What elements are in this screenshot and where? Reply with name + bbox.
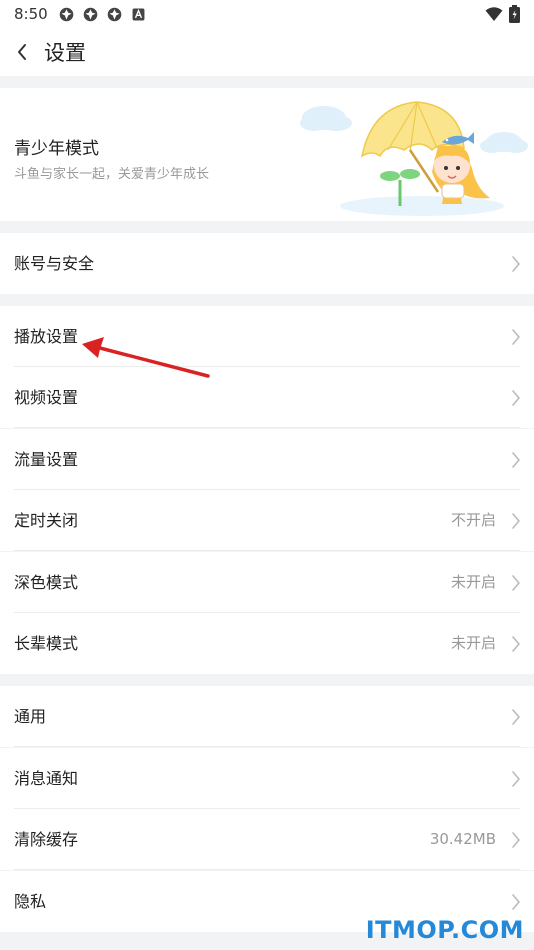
row-divider [14,746,520,747]
wifi-icon [485,7,503,21]
chevron-right-icon [512,256,520,272]
status-time: 8:50 [14,5,48,23]
watermark: ITMOP.COM [365,916,524,944]
chevron-right-icon [512,575,520,591]
chevron-right-icon [512,832,520,848]
row-label: 通用 [14,707,47,726]
battery-icon [509,5,520,23]
settings-gear-icon [83,7,97,21]
a-badge-icon [132,8,145,20]
row-value: 未开启 [450,634,496,652]
row-label: 隐私 [14,892,47,911]
row-divider [14,550,520,551]
settings-row-account-security[interactable]: 账号与安全 [0,233,534,294]
settings-gear-icon [107,7,121,21]
row-label: 定时关闭 [14,511,79,530]
row-value: 不开启 [450,511,496,529]
chevron-right-icon [512,329,520,345]
row-label: 消息通知 [14,769,79,788]
chevron-right-icon [512,636,520,652]
row-label: 清除缓存 [14,830,79,849]
settings-row-general[interactable]: 通用 [0,686,534,747]
chevron-right-icon [512,771,520,787]
cache-size-value: 30.42MB [429,830,496,848]
status-right [485,5,520,23]
settings-row-data-usage[interactable]: 流量设置 [0,429,534,490]
settings-row-timer-off[interactable]: 定时关闭 不开启 [0,490,534,551]
chevron-right-icon [512,513,520,529]
settings-row-video[interactable]: 视频设置 [0,367,534,428]
settings-row-clear-cache[interactable]: 清除缓存 30.42MB [0,809,534,870]
row-label: 视频设置 [14,388,79,407]
status-bar: 8:50 [0,0,534,28]
chevron-right-icon [512,894,520,910]
row-label: 账号与安全 [14,254,95,273]
row-label: 深色模式 [14,573,79,592]
settings-row-dark-mode[interactable]: 深色模式 未开启 [0,552,534,613]
app-header: 设置 [0,28,534,76]
settings-row-playback[interactable]: 播放设置 [0,306,534,367]
settings-row-notifications[interactable]: 消息通知 [0,748,534,809]
page-title: 设置 [44,41,86,65]
row-label: 播放设置 [14,327,79,346]
row-label: 流量设置 [14,450,79,469]
chevron-right-icon [512,709,520,725]
row-divider [14,427,520,428]
row-divider [14,869,520,870]
chevron-right-icon [512,452,520,468]
youth-mode-title: 青少年模式 [14,139,99,159]
settings-row-elder-mode[interactable]: 长辈模式 未开启 [0,613,534,674]
back-button[interactable] [2,28,42,76]
chevron-right-icon [512,390,520,406]
chevron-left-icon [18,44,26,60]
youth-mode-illustration [300,101,528,216]
youth-mode-subtitle: 斗鱼与家长一起，关爱青少年成长 [14,167,210,182]
settings-gear-icon [59,7,73,21]
row-label: 长辈模式 [14,634,79,653]
row-value: 未开启 [450,573,496,591]
youth-mode-card[interactable]: 青少年模式 斗鱼与家长一起，关爱青少年成长 [0,88,534,221]
